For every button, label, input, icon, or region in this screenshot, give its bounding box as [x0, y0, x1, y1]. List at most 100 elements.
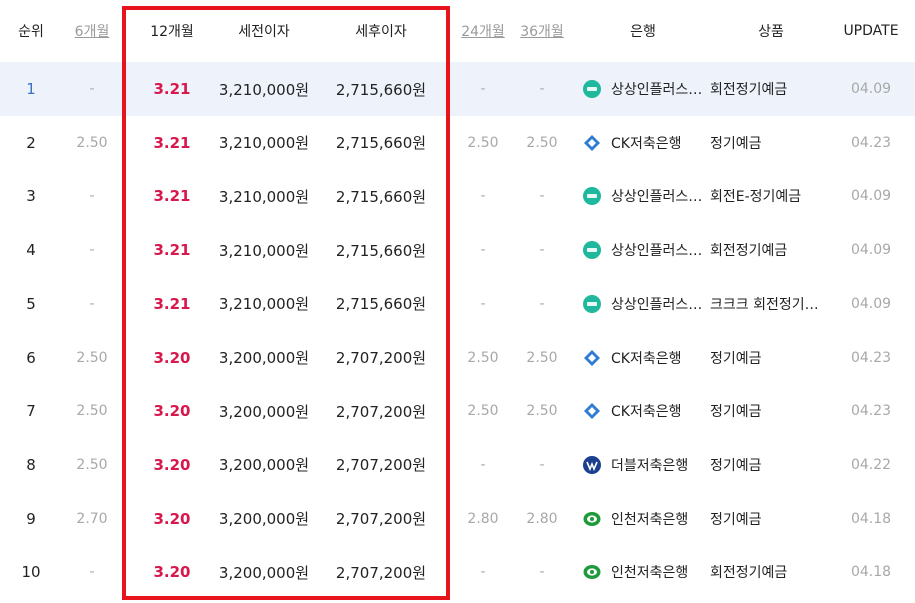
- table-row[interactable]: 3 - 3.21 3,210,000원 2,715,660원 - - 상상인플러스저축은행 회전…: [0, 169, 915, 223]
- bank-cell[interactable]: CK저축은행: [583, 116, 703, 170]
- rank-cell: 1: [26, 80, 36, 98]
- pre-tax-interest-cell: 3,200,000원: [218, 510, 310, 529]
- product-cell[interactable]: 정기예금: [710, 331, 832, 385]
- rate-24-month-cell: -: [480, 81, 486, 97]
- rate-12-month-cell: 3.21: [153, 294, 191, 313]
- rate-6-month-cell: 2.50: [76, 349, 108, 366]
- bank-cell[interactable]: 상상인플러스저축은행: [583, 223, 703, 277]
- bank-name[interactable]: 상상인플러스저축은행: [611, 240, 703, 260]
- table-row[interactable]: 4 - 3.21 3,210,000원 2,715,660원 - - 상상인플러스저축은행 회전…: [0, 223, 915, 277]
- product-name[interactable]: 정기예금: [710, 509, 762, 529]
- product-cell[interactable]: 회전정기예금: [710, 223, 832, 277]
- rate-6-month-cell: -: [89, 81, 95, 97]
- rate-12-month-cell: 3.20: [153, 348, 191, 367]
- rate-24-month-cell: -: [480, 456, 486, 473]
- product-cell[interactable]: 정기예금: [710, 438, 832, 492]
- rate-6-month-cell: -: [89, 242, 95, 259]
- rate-36-month-cell: -: [539, 242, 545, 259]
- post-tax-interest-cell: 2,707,200원: [335, 456, 427, 475]
- bank-cell[interactable]: 인천저축은행: [583, 492, 703, 546]
- bank-name[interactable]: 인천저축은행: [611, 509, 688, 529]
- header-36-month-sort[interactable]: 36개월: [514, 0, 570, 62]
- rank-cell: 8: [26, 455, 36, 474]
- update-date-cell: 04.09: [850, 81, 892, 97]
- product-cell[interactable]: 정기예금: [710, 492, 832, 546]
- rank-cell: 10: [21, 563, 41, 582]
- post-tax-interest-cell: 2,715,660원: [335, 187, 427, 206]
- pre-tax-interest-cell: 3,200,000원: [218, 456, 310, 475]
- pre-tax-interest-cell: 3,200,000원: [218, 563, 310, 582]
- bank-name[interactable]: 상상인플러스저축은행: [611, 294, 703, 314]
- product-name[interactable]: 정기예금: [710, 348, 762, 368]
- bank-name[interactable]: 인천저축은행: [611, 562, 688, 582]
- header-pre-tax-interest: 세전이자: [238, 24, 290, 40]
- product-name[interactable]: 회전정기예금: [710, 562, 787, 582]
- rate-12-month-cell: 3.21: [153, 241, 191, 260]
- post-tax-interest-cell: 2,715,660원: [335, 295, 427, 314]
- post-tax-interest-cell: 2,707,200원: [335, 402, 427, 421]
- rate-6-month-cell: -: [89, 295, 95, 312]
- ck-icon: [583, 349, 601, 367]
- double-icon: [583, 455, 601, 474]
- product-name[interactable]: 정기예금: [710, 455, 762, 475]
- header-post-tax-interest: 세후이자: [355, 24, 407, 40]
- table-row[interactable]: 9 2.70 3.20 3,200,000원 2,707,200원 2.80 2.80 인천저…: [0, 492, 915, 546]
- rate-24-month-cell: -: [480, 295, 486, 312]
- rate-6-month-cell: 2.50: [76, 134, 108, 151]
- bank-name[interactable]: 상상인플러스저축은행: [611, 79, 703, 99]
- table-row[interactable]: 1 - 3.21 3,210,000원 2,715,660원 - - 상상인플러스저축은행 회전…: [0, 62, 915, 116]
- table-row[interactable]: 8 2.50 3.20 3,200,000원 2,707,200원 - - 더블저축은행 정기예…: [0, 438, 915, 492]
- bank-name[interactable]: CK저축은행: [611, 401, 681, 421]
- table-row[interactable]: 7 2.50 3.20 3,200,000원 2,707,200원 2.50 2.50 CK저…: [0, 384, 915, 438]
- table-row[interactable]: 10 - 3.20 3,200,000원 2,707,200원 - - 인천저축은행 회전정기예…: [0, 545, 915, 599]
- table-row[interactable]: 5 - 3.21 3,210,000원 2,715,660원 - - 상상인플러스저축은행 크크…: [0, 277, 915, 331]
- bank-cell[interactable]: CK저축은행: [583, 331, 703, 385]
- rate-36-month-cell: -: [539, 81, 545, 97]
- product-name[interactable]: 회전정기예금: [710, 240, 787, 260]
- rate-6-month-cell: 2.50: [76, 456, 108, 473]
- bank-cell[interactable]: 인천저축은행: [583, 545, 703, 599]
- bank-name[interactable]: 더블저축은행: [611, 455, 688, 475]
- rank-cell: 2: [26, 133, 36, 152]
- product-cell[interactable]: 크크크 회전정기예금: [710, 277, 832, 331]
- bank-name[interactable]: CK저축은행: [611, 133, 681, 153]
- bank-cell[interactable]: CK저축은행: [583, 384, 703, 438]
- product-cell[interactable]: 회전E-정기예금: [710, 169, 832, 223]
- rate-12-month-cell: 3.21: [153, 80, 191, 98]
- rate-36-month-cell: 2.50: [526, 134, 558, 151]
- bank-cell[interactable]: 상상인플러스저축은행: [583, 62, 703, 116]
- rate-12-month-cell: 3.20: [153, 402, 191, 421]
- header-bank: 은행: [630, 24, 656, 40]
- rate-24-month-cell: 2.50: [467, 134, 499, 151]
- bank-name[interactable]: 상상인플러스저축은행: [611, 186, 703, 206]
- ck-icon: [583, 134, 601, 152]
- bank-cell[interactable]: 상상인플러스저축은행: [583, 277, 703, 331]
- product-name[interactable]: 정기예금: [710, 401, 762, 421]
- header-24-month-sort[interactable]: 24개월: [455, 0, 511, 62]
- update-date-cell: 04.09: [850, 242, 892, 259]
- product-cell[interactable]: 정기예금: [710, 384, 832, 438]
- rate-36-month-cell: -: [539, 456, 545, 473]
- product-cell[interactable]: 정기예금: [710, 116, 832, 170]
- product-name[interactable]: 회전정기예금: [710, 79, 787, 99]
- rate-6-month-cell: -: [89, 188, 95, 205]
- bank-name[interactable]: CK저축은행: [611, 348, 681, 368]
- update-date-cell: 04.18: [850, 510, 892, 527]
- rank-cell: 3: [26, 187, 36, 206]
- update-date-cell: 04.09: [850, 188, 892, 205]
- header-12-month: 12개월: [150, 24, 194, 40]
- bank-cell[interactable]: 더블저축은행: [583, 438, 703, 492]
- rank-cell: 6: [26, 348, 36, 367]
- table-row[interactable]: 2 2.50 3.21 3,210,000원 2,715,660원 2.50 2.50 CK저…: [0, 116, 915, 170]
- product-cell[interactable]: 회전정기예금: [710, 62, 832, 116]
- table-row[interactable]: 6 2.50 3.20 3,200,000원 2,707,200원 2.50 2.50 CK저…: [0, 331, 915, 385]
- product-name[interactable]: 회전E-정기예금: [710, 186, 801, 206]
- rate-12-month-cell: 3.20: [153, 509, 191, 528]
- rate-24-month-cell: 2.80: [467, 510, 499, 527]
- product-cell[interactable]: 회전정기예금: [710, 545, 832, 599]
- bank-cell[interactable]: 상상인플러스저축은행: [583, 169, 703, 223]
- product-name[interactable]: 정기예금: [710, 133, 762, 153]
- product-name[interactable]: 크크크 회전정기예금: [710, 294, 828, 314]
- sangsang-icon: [583, 294, 601, 313]
- header-6-month-sort[interactable]: 6개월: [62, 0, 122, 62]
